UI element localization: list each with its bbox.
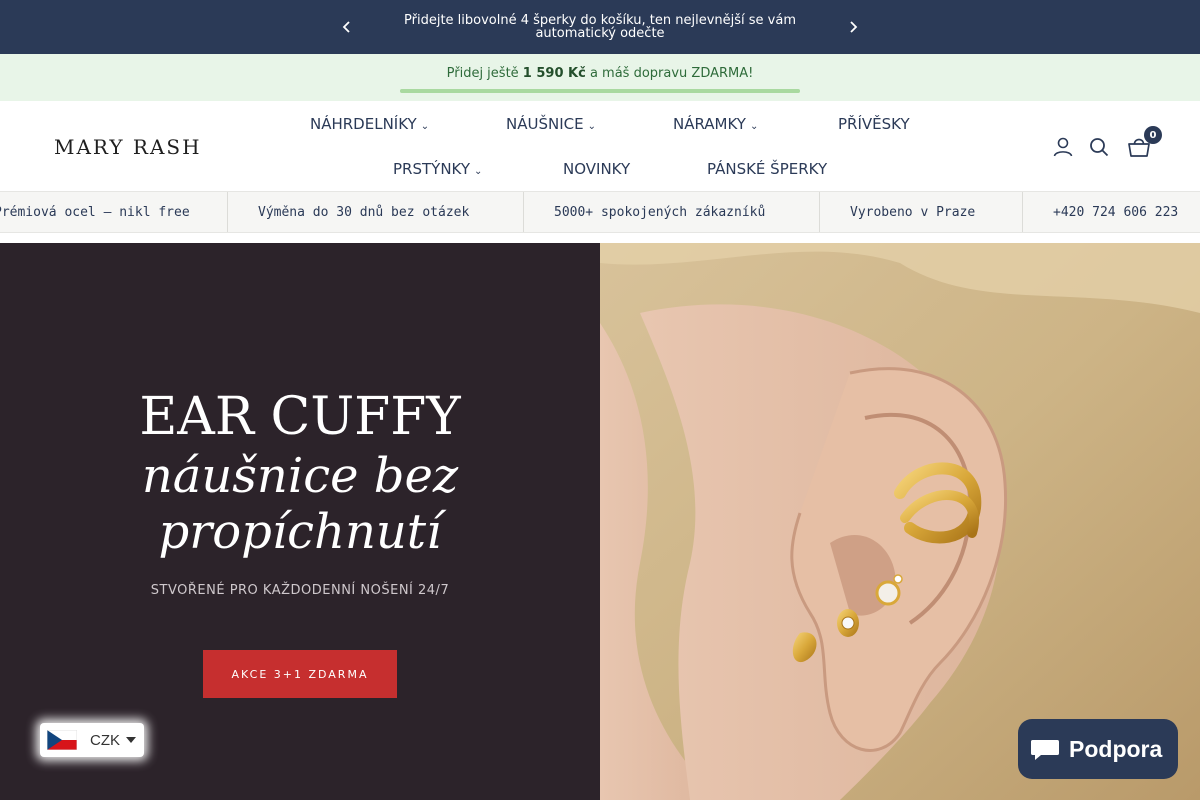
hero-subtitle-line: propíchnutí: [158, 504, 442, 560]
account-icon[interactable]: [1051, 135, 1075, 159]
hero-title: EAR CUFFY: [139, 387, 461, 447]
announcement-text: Přidejte libovolné 4 šperky do košíku, t…: [404, 13, 796, 41]
usp-text: +420 724 606 223: [1053, 205, 1179, 220]
announcement-prev-arrow-icon[interactable]: [337, 17, 357, 37]
nav-item-nausnice[interactable]: NÁUŠNICE ⌄: [506, 115, 596, 133]
usp-divider: [227, 192, 228, 232]
cart-count-badge: 0: [1144, 126, 1162, 144]
caret-down-icon: [126, 737, 136, 743]
nav-item-naramky[interactable]: NÁRAMKY ⌄: [673, 115, 758, 133]
nav-label: PÁNSKÉ ŠPERKY: [707, 160, 828, 178]
chevron-down-icon: ⌄: [420, 121, 430, 132]
site-logo[interactable]: MARY RASH: [54, 135, 202, 159]
free-shipping-progress: [400, 89, 800, 93]
usp-text: 5000+ spokojených zákazníků: [554, 205, 766, 220]
nav-item-nahrdelniky[interactable]: NÁHRDELNÍKY ⌄: [310, 115, 429, 133]
usp-strip: Prémiová ocel — nikl free Výměna do 30 d…: [0, 191, 1200, 233]
announcement-next-arrow-icon[interactable]: [843, 17, 863, 37]
usp-divider: [1022, 192, 1023, 232]
chevron-down-icon: ⌄: [749, 121, 759, 132]
free-shipping-progress-fill: [400, 89, 800, 93]
chat-bubble-icon: [1030, 738, 1060, 762]
usp-item: 5000+ spokojených zákazníků: [554, 205, 765, 220]
currency-code: CZK: [90, 732, 120, 749]
search-icon[interactable]: [1087, 135, 1111, 159]
currency-selector[interactable]: CZK: [40, 723, 144, 757]
hero-image: [600, 243, 1200, 800]
nav-label: PRSTÝNKY: [393, 160, 470, 178]
czech-flag-icon: [46, 729, 78, 751]
announcement-bar: Přidejte libovolné 4 šperky do košíku, t…: [0, 0, 1200, 54]
usp-item: +420 724 606 223: [1053, 205, 1178, 220]
nav-label: NOVINKY: [563, 160, 631, 178]
usp-text: Výměna do 30 dnů bez otázek: [258, 205, 470, 220]
usp-text: Vyrobeno v Praze: [850, 205, 976, 220]
usp-divider: [819, 192, 820, 232]
hero-cta-button[interactable]: AKCE 3+1 ZDARMA: [203, 650, 397, 698]
usp-divider: [523, 192, 524, 232]
free-shipping-suffix: a máš dopravu ZDARMA!: [585, 66, 754, 81]
free-shipping-amount: 1 590 Kč: [522, 66, 586, 81]
hero-subtitle-line: náušnice bez: [141, 448, 459, 504]
hero-text-panel: EAR CUFFY náušnice bez propíchnutí STVOŘE…: [0, 243, 600, 800]
usp-item: Vyrobeno v Praze: [850, 205, 975, 220]
nav-label: NÁUŠNICE: [506, 115, 584, 133]
nav-item-prstynky[interactable]: PRSTÝNKY ⌄: [393, 160, 482, 178]
nav-item-panske-sperky[interactable]: PÁNSKÉ ŠPERKY: [707, 160, 827, 178]
nav-label: PŘÍVĚSKY: [838, 115, 910, 133]
support-label: Podpora: [1069, 736, 1163, 762]
nav-label: NÁRAMKY: [673, 115, 746, 133]
site-header: MARY RASH NÁHRDELNÍKY ⌄ NÁUŠNICE ⌄ NÁRAMKY…: [0, 101, 1200, 191]
free-shipping-text: Přidej ještě 1 590 Kč a máš dopravu ZDAR…: [0, 66, 1200, 81]
chevron-down-icon: ⌄: [587, 121, 596, 132]
chevron-down-icon: ⌄: [474, 166, 483, 177]
nav-label: NÁHRDELNÍKY: [310, 115, 417, 133]
free-shipping-bar: Přidej ještě 1 590 Kč a máš dopravu ZDAR…: [0, 54, 1200, 101]
usp-item: Výměna do 30 dnů bez otázek: [258, 205, 469, 220]
support-chat-button[interactable]: Podpora: [1018, 719, 1178, 779]
usp-item: Prémiová ocel — nikl free: [0, 205, 190, 220]
nav-item-privesky[interactable]: PŘÍVĚSKY: [838, 115, 910, 133]
hero-subtitle: náušnice bez propíchnutí: [0, 448, 600, 560]
nav-item-novinky[interactable]: NOVINKY: [563, 160, 630, 178]
usp-text: Prémiová ocel — nikl free: [0, 205, 190, 220]
free-shipping-prefix: Přidej ještě: [446, 66, 523, 81]
hero-tagline: STVOŘENÉ PRO KAŽDODENNÍ NOŠENÍ 24/7: [150, 583, 450, 598]
